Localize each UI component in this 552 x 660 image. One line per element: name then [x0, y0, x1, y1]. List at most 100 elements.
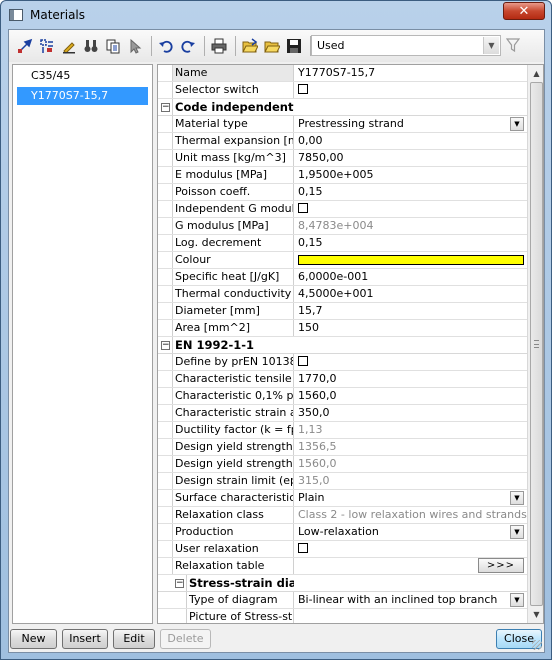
- production-select[interactable]: Low-relaxation ▼: [295, 524, 527, 540]
- undo-icon[interactable]: [156, 36, 176, 56]
- open-folder-icon[interactable]: [262, 36, 282, 56]
- property-value[interactable]: 150: [295, 320, 527, 336]
- property-row-independent-g[interactable]: Independent G modulus: [158, 201, 527, 218]
- property-value[interactable]: 1770,0: [295, 371, 527, 387]
- property-row-selector-switch[interactable]: Selector switch: [158, 82, 527, 99]
- property-row-surface[interactable]: Surface characteristics Plain ▼: [158, 490, 527, 507]
- property-value[interactable]: 0,15: [295, 184, 527, 200]
- compare-icon[interactable]: [81, 36, 101, 56]
- user-relaxation-checkbox[interactable]: [298, 543, 308, 553]
- property-row-thermal-expansion[interactable]: Thermal expansion [m... 0,00: [158, 133, 527, 150]
- property-value: 315,0: [298, 474, 330, 487]
- property-row-colour[interactable]: Colour: [158, 252, 527, 269]
- property-value: Plain: [298, 491, 325, 504]
- chevron-down-icon[interactable]: ▼: [510, 491, 524, 505]
- independent-g-checkbox[interactable]: [298, 203, 308, 213]
- window-close-button[interactable]: ✕: [503, 2, 545, 20]
- property-row-picture[interactable]: Picture of Stress-strai...: [158, 609, 527, 623]
- property-label: Relaxation class: [172, 507, 294, 523]
- property-row-define-pren[interactable]: Define by prEN 10138: [158, 354, 527, 371]
- property-row-ductility: Ductility factor (k = fpk... 1,13: [158, 422, 527, 439]
- list-item[interactable]: Y1770S7-15,7: [17, 87, 148, 105]
- property-row-diagram-type[interactable]: Type of diagram Bi-linear with an inclin…: [158, 592, 527, 609]
- property-value[interactable]: 15,7: [295, 303, 527, 319]
- material-type-select[interactable]: Prestressing strand ▼: [295, 116, 527, 132]
- property-row-user-relaxation[interactable]: User relaxation: [158, 541, 527, 558]
- property-value: [295, 252, 527, 268]
- group-code-independent[interactable]: − Code independent: [158, 99, 527, 116]
- property-value[interactable]: 1560,0: [295, 388, 527, 404]
- property-row-e-modulus[interactable]: E modulus [MPa] 1,9500e+005: [158, 167, 527, 184]
- toolbar: Used ▼: [9, 30, 544, 62]
- save-icon[interactable]: [284, 36, 304, 56]
- group-stress-strain[interactable]: − Stress-strain diag...: [158, 575, 527, 592]
- property-value[interactable]: 1,9500e+005: [295, 167, 527, 183]
- define-pren-checkbox[interactable]: [298, 356, 308, 366]
- new-button[interactable]: New: [10, 629, 57, 649]
- colour-swatch[interactable]: [298, 255, 524, 265]
- select-icon[interactable]: [37, 36, 57, 56]
- scroll-up-icon[interactable]: ▲: [528, 65, 543, 82]
- property-row-char-tensile[interactable]: Characteristic tensile st... 1770,0: [158, 371, 527, 388]
- property-row-relaxation-table[interactable]: Relaxation table >>>: [158, 558, 527, 575]
- surface-select[interactable]: Plain ▼: [295, 490, 527, 506]
- property-row-specific-heat[interactable]: Specific heat [J/gK] 6,0000e-001: [158, 269, 527, 286]
- property-row-char-strain[interactable]: Characteristic strain at ... 350,0: [158, 405, 527, 422]
- open-icon[interactable]: [240, 36, 260, 56]
- filter-select[interactable]: Used ▼: [311, 35, 501, 56]
- insert-button[interactable]: Insert: [62, 629, 108, 649]
- collapse-icon[interactable]: −: [175, 579, 184, 588]
- import-icon[interactable]: [15, 36, 35, 56]
- property-row-design-yield-2: Design yield strength - ... 1560,0: [158, 456, 527, 473]
- relaxation-table-button[interactable]: >>>: [478, 558, 524, 573]
- property-value[interactable]: 350,0: [295, 405, 527, 421]
- property-value: [295, 82, 527, 98]
- property-row-unit-mass[interactable]: Unit mass [kg/m^3] 7850,00: [158, 150, 527, 167]
- property-row-thermal-conductivity[interactable]: Thermal conductivity [... 4,5000e+001: [158, 286, 527, 303]
- property-value[interactable]: 6,0000e-001: [295, 269, 527, 285]
- copy-icon[interactable]: [103, 36, 123, 56]
- chevron-down-icon[interactable]: ▼: [510, 525, 524, 539]
- property-value[interactable]: 4,5000e+001: [295, 286, 527, 302]
- title-bar[interactable]: Materials ✕: [1, 1, 551, 29]
- property-row-poisson[interactable]: Poisson coeff. 0,15: [158, 184, 527, 201]
- diagram-type-select[interactable]: Bi-linear with an inclined top branch ▼: [295, 592, 527, 608]
- property-grid: Name Y1770S7-15,7 Selector switch − Code…: [157, 64, 544, 624]
- property-value: [295, 609, 527, 623]
- window-title: Materials: [30, 8, 86, 22]
- cursor-icon[interactable]: [125, 36, 145, 56]
- property-label: Design strain limit (eps ...: [172, 473, 294, 489]
- property-label: Selector switch: [172, 82, 294, 98]
- chevron-down-icon[interactable]: ▼: [483, 37, 499, 54]
- chevron-down-icon[interactable]: ▼: [510, 593, 524, 607]
- property-row-diameter[interactable]: Diameter [mm] 15,7: [158, 303, 527, 320]
- scrollbar-thumb[interactable]: [530, 82, 543, 606]
- vertical-scrollbar[interactable]: ▲ ▼: [527, 65, 543, 623]
- property-value[interactable]: 0,00: [295, 133, 527, 149]
- property-row-area[interactable]: Area [mm^2] 150: [158, 320, 527, 337]
- property-row-name[interactable]: Name Y1770S7-15,7: [158, 65, 527, 82]
- property-row-material-type[interactable]: Material type Prestressing strand ▼: [158, 116, 527, 133]
- collapse-icon[interactable]: −: [161, 103, 170, 112]
- property-label: Design yield strength - ...: [172, 439, 294, 455]
- property-row-char-01[interactable]: Characteristic 0,1% pro... 1560,0: [158, 388, 527, 405]
- property-value: >>>: [295, 558, 527, 574]
- chevron-down-icon[interactable]: ▼: [510, 117, 524, 131]
- resize-grip-icon[interactable]: [532, 640, 542, 650]
- property-value[interactable]: 0,15: [295, 235, 527, 251]
- collapse-icon[interactable]: −: [161, 341, 170, 350]
- list-item[interactable]: C35/45: [17, 67, 148, 85]
- group-en-1992[interactable]: − EN 1992-1-1: [158, 337, 527, 354]
- edit-button[interactable]: Edit: [113, 629, 155, 649]
- selector-switch-checkbox[interactable]: [298, 84, 308, 94]
- property-row-design-strain: Design strain limit (eps ... 315,0: [158, 473, 527, 490]
- name-field[interactable]: Y1770S7-15,7: [295, 65, 527, 81]
- scroll-down-icon[interactable]: ▼: [528, 606, 543, 623]
- property-row-production[interactable]: Production Low-relaxation ▼: [158, 524, 527, 541]
- property-value[interactable]: 7850,00: [295, 150, 527, 166]
- redo-icon[interactable]: [178, 36, 198, 56]
- filter-icon[interactable]: [505, 37, 521, 53]
- print-icon[interactable]: [209, 36, 229, 56]
- edit-icon[interactable]: [59, 36, 79, 56]
- property-row-log-decrement[interactable]: Log. decrement 0,15: [158, 235, 527, 252]
